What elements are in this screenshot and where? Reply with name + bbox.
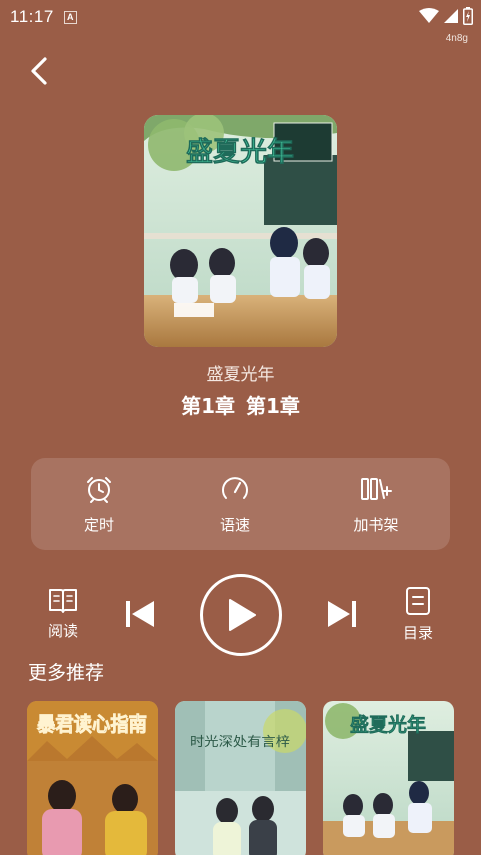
- wifi-icon: [419, 8, 439, 23]
- control-card: 定时 语速 加书架: [31, 458, 450, 550]
- speed-button[interactable]: 语速: [185, 458, 285, 550]
- read-label: 阅读: [47, 622, 78, 640]
- status-icons: [419, 7, 473, 25]
- recommendation-cover-2: 时光深处有言梓: [175, 701, 306, 855]
- bookshelf-label: 加书架: [353, 516, 399, 534]
- toc-label: 目录: [402, 624, 433, 642]
- play-icon: [229, 599, 256, 631]
- back-button[interactable]: [22, 54, 56, 88]
- battery-icon: [463, 7, 473, 25]
- cover-illustration: 盛夏光年: [144, 115, 337, 347]
- recommendation-card[interactable]: 时光深处有言梓: [175, 701, 306, 855]
- table-of-contents-icon: [406, 587, 430, 615]
- recommendation-cover-1: 暴君读心指南: [27, 701, 158, 855]
- rec-cover-title: 暴君读心指南: [37, 712, 147, 736]
- net-speed: 4n8g: [445, 33, 468, 44]
- book-title: 盛夏光年: [206, 365, 275, 385]
- next-track-icon[interactable]: [324, 596, 360, 632]
- open-book-icon: [49, 589, 77, 613]
- speedometer-icon: [222, 477, 248, 499]
- timer-label: 定时: [83, 516, 114, 534]
- toc-button[interactable]: 目录: [383, 586, 453, 648]
- notification-a-icon: A: [63, 10, 77, 24]
- rec-cover-title: 盛夏光年: [350, 713, 426, 736]
- chapter-title: 第1章 第1章: [181, 394, 300, 418]
- read-button[interactable]: 阅读: [28, 586, 98, 648]
- rec-cover-title: 时光深处有言梓: [190, 735, 290, 750]
- play-button[interactable]: [200, 574, 282, 656]
- status-bar: 11:17 A: [0, 0, 481, 34]
- timer-button[interactable]: 定时: [49, 458, 149, 550]
- recommendation-card[interactable]: 盛夏光年: [323, 701, 454, 855]
- status-time: 11:17: [10, 7, 54, 26]
- speed-label: 语速: [219, 516, 250, 534]
- alarm-clock-icon: [87, 477, 111, 503]
- bookshelf-add-icon: [361, 478, 392, 500]
- previous-track-icon[interactable]: [122, 596, 158, 632]
- more-recommendations-heading: 更多推荐: [28, 662, 105, 684]
- recommendation-card[interactable]: 暴君读心指南: [27, 701, 158, 855]
- book-cover: 盛夏光年: [144, 115, 337, 347]
- add-bookshelf-button[interactable]: 加书架: [326, 458, 426, 550]
- recommendation-cover-3: 盛夏光年: [323, 701, 454, 855]
- cover-title-text: 盛夏光年: [186, 136, 294, 168]
- signal-icon: [444, 9, 458, 23]
